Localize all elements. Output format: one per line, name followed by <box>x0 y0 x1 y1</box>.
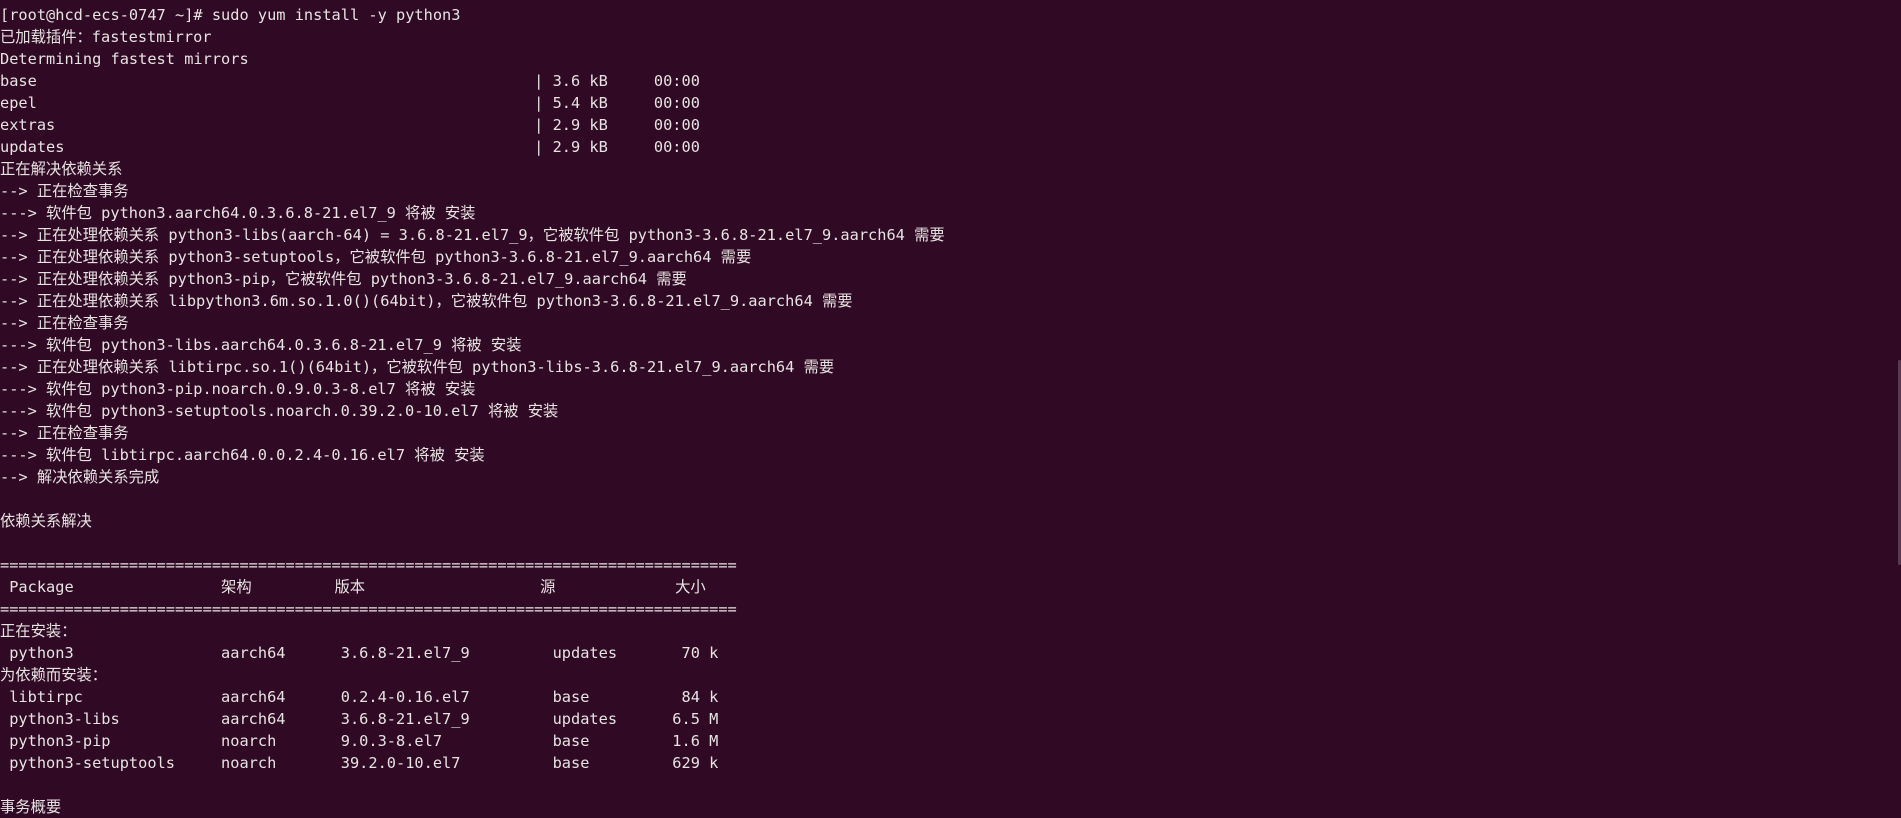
terminal-line: --> 正在检查事务 <box>0 424 129 442</box>
terminal-line: 正在安装： <box>0 622 77 640</box>
terminal-line: --> 正在处理依赖关系 libpython3.6m.so.1.0()(64bi… <box>0 292 853 310</box>
terminal-line: ========================================… <box>0 600 737 618</box>
terminal-line: extras | 2.9 kB 00:00 <box>0 116 700 134</box>
terminal-line: ---> 软件包 python3-libs.aarch64.0.3.6.8-21… <box>0 336 522 354</box>
terminal-line: ========================================… <box>0 556 737 574</box>
terminal-line: 为依赖而安装： <box>0 666 108 684</box>
terminal-line: 事务概要 <box>0 798 62 816</box>
terminal-line: python3 aarch64 3.6.8-21.el7_9 updates 7… <box>0 644 719 662</box>
terminal-line: ---> 软件包 libtirpc.aarch64.0.0.2.4-0.16.e… <box>0 446 485 464</box>
terminal-line: 已加载插件：fastestmirror <box>0 28 212 46</box>
terminal-line: --> 正在处理依赖关系 python3-pip，它被软件包 python3-3… <box>0 270 687 288</box>
terminal-line: --> 解决依赖关系完成 <box>0 468 160 486</box>
terminal-line: ---> 软件包 python3-setuptools.noarch.0.39.… <box>0 402 559 420</box>
terminal-line: updates | 2.9 kB 00:00 <box>0 138 700 156</box>
terminal-line: [root@hcd-ecs-0747 ~]# sudo yum install … <box>0 6 461 24</box>
terminal-line: epel | 5.4 kB 00:00 <box>0 94 700 112</box>
terminal-line: base | 3.6 kB 00:00 <box>0 72 700 90</box>
terminal-line: libtirpc aarch64 0.2.4-0.16.el7 base 84 … <box>0 688 719 706</box>
terminal-line: --> 正在处理依赖关系 python3-setuptools，它被软件包 py… <box>0 248 752 266</box>
terminal-line: --> 正在检查事务 <box>0 314 129 332</box>
terminal-line: --> 正在处理依赖关系 libtirpc.so.1()(64bit)，它被软件… <box>0 358 835 376</box>
terminal-line: python3-pip noarch 9.0.3-8.el7 base 1.6 … <box>0 732 719 750</box>
terminal-output[interactable]: [root@hcd-ecs-0747 ~]# sudo yum install … <box>0 4 1896 817</box>
terminal-line: ---> 软件包 python3.aarch64.0.3.6.8-21.el7_… <box>0 204 476 222</box>
terminal-line: 依赖关系解决 <box>0 512 92 530</box>
terminal-line: Determining fastest mirrors <box>0 50 249 68</box>
terminal-line: python3-setuptools noarch 39.2.0-10.el7 … <box>0 754 719 772</box>
terminal-line: ---> 软件包 python3-pip.noarch.0.9.0.3-8.el… <box>0 380 476 398</box>
terminal-line: 正在解决依赖关系 <box>0 160 123 178</box>
terminal-line: --> 正在检查事务 <box>0 182 129 200</box>
terminal-line: python3-libs aarch64 3.6.8-21.el7_9 upda… <box>0 710 719 728</box>
terminal-line: Package 架构 版本 源 大小 <box>0 578 706 596</box>
terminal-line: --> 正在处理依赖关系 python3-libs(aarch-64) = 3.… <box>0 226 945 244</box>
